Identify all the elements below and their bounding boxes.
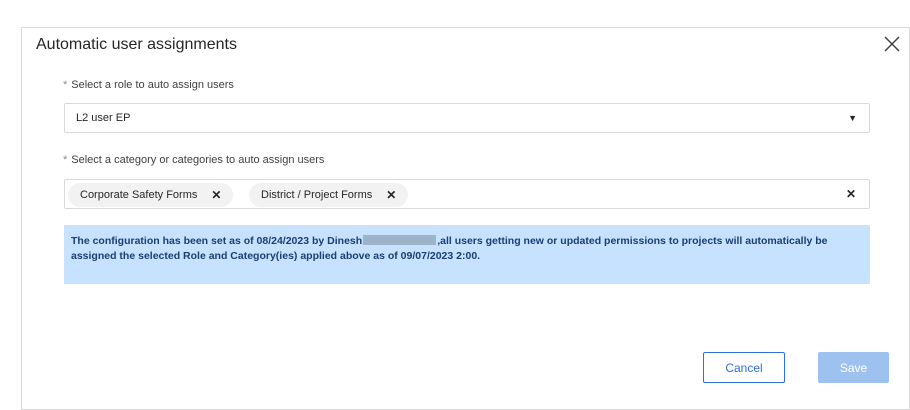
redacted-name	[363, 235, 437, 245]
save-button[interactable]: Save	[818, 352, 889, 383]
category-multiselect[interactable]: Corporate Safety Forms ✕ District / Proj…	[64, 179, 870, 209]
role-label-text: Select a role to auto assign users	[71, 79, 234, 91]
caret-down-icon: ▼	[848, 113, 857, 123]
close-icon[interactable]	[881, 33, 903, 55]
auto-assign-dialog: Automatic user assignments * Select a rol…	[21, 27, 910, 410]
role-select-value: L2 user EP	[76, 112, 131, 124]
category-label: * Select a category or categories to auto…	[63, 154, 324, 166]
required-marker: *	[63, 79, 68, 91]
remove-tag-icon[interactable]: ✕	[211, 188, 221, 202]
role-label: * Select a role to auto assign users	[63, 79, 234, 91]
clear-all-icon[interactable]: ✕	[846, 187, 856, 201]
category-tag-label: District / Project Forms	[261, 189, 373, 201]
category-tag: Corporate Safety Forms ✕	[68, 183, 234, 207]
cancel-button[interactable]: Cancel	[703, 352, 785, 383]
category-tag: District / Project Forms ✕	[249, 183, 409, 207]
category-label-text: Select a category or categories to auto …	[71, 154, 325, 166]
role-select[interactable]: L2 user EP ▼	[64, 103, 870, 133]
dialog-title: Automatic user assignments	[36, 36, 237, 53]
category-tag-label: Corporate Safety Forms	[80, 189, 198, 201]
required-marker: *	[63, 154, 68, 166]
info-banner: The configuration has been set as of 08/…	[64, 225, 870, 284]
remove-tag-icon[interactable]: ✕	[386, 188, 396, 202]
info-text-start: The configuration has been set as of 08/…	[71, 235, 363, 247]
